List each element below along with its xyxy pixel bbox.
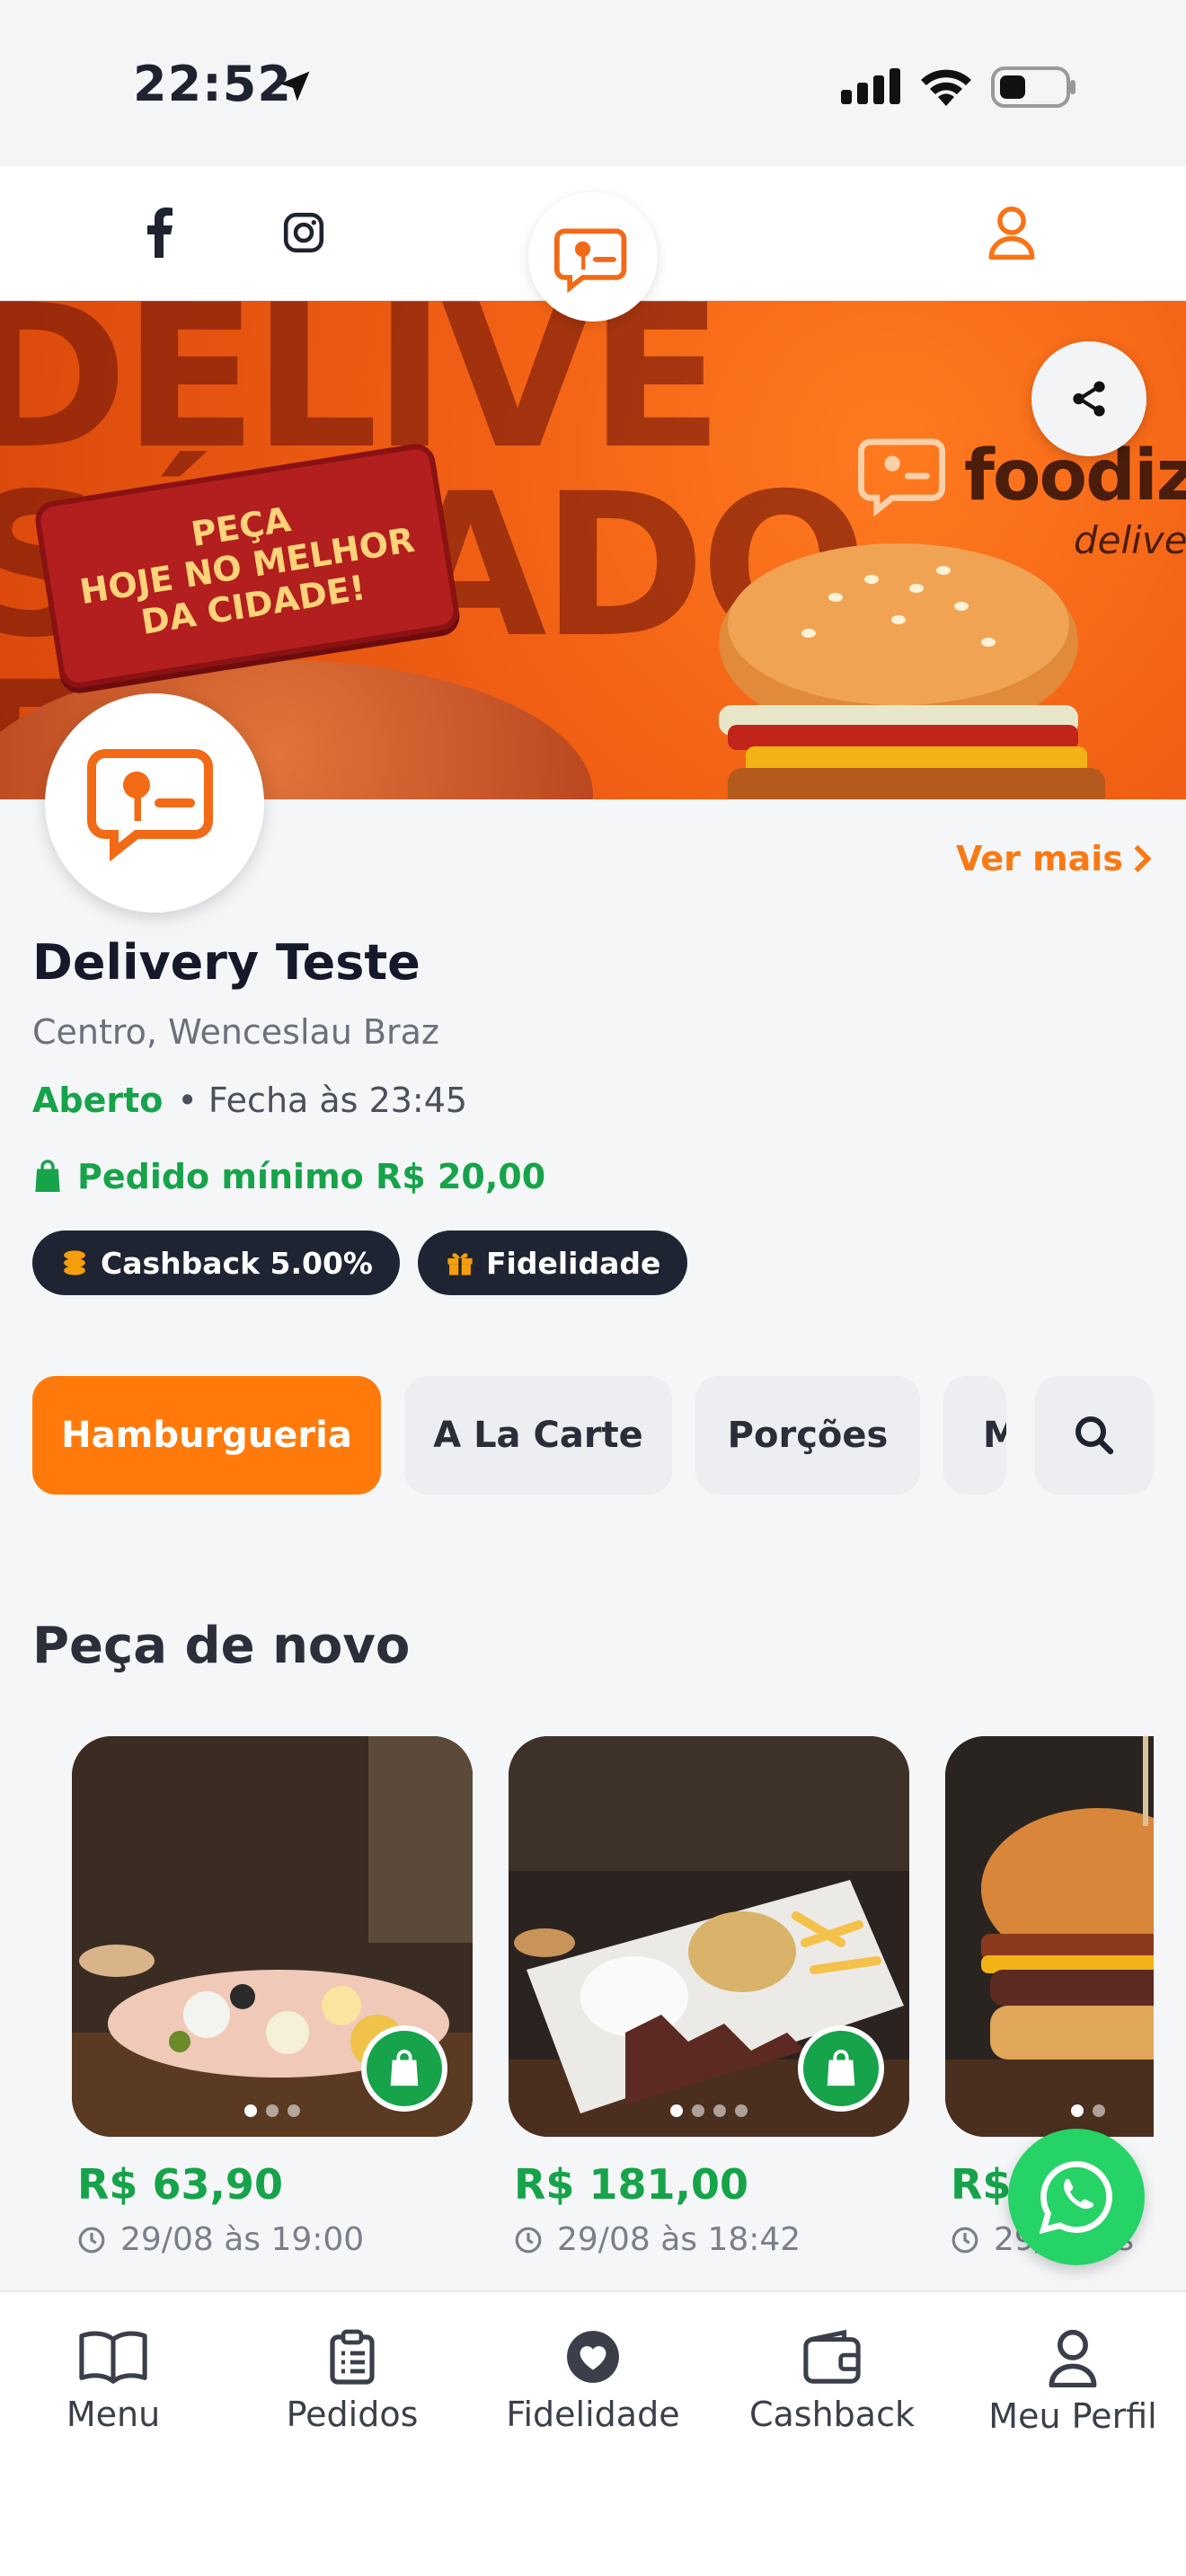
nav-label: Meu Perfil (988, 2396, 1157, 2436)
coins-icon (64, 1250, 85, 1275)
wallet-icon (803, 2329, 861, 2384)
promo-text: PEÇA HOJE NO MELHOR DA CIDADE! (76, 499, 418, 642)
category-tabs: Hamburgueria A La Carte Porções M (32, 1376, 1006, 1495)
shopping-bag-icon (827, 2050, 855, 2086)
nav-item-cashback[interactable]: Cashback (733, 2328, 931, 2434)
category-tab-a-la-carte[interactable]: A La Carte (404, 1376, 672, 1495)
store-address: Centro, Wenceslau Braz (32, 1012, 439, 1052)
category-tab-porcoes[interactable]: Porções (695, 1376, 920, 1495)
battery-icon (991, 66, 1075, 108)
gift-icon (447, 1253, 473, 1275)
heart-icon (567, 2331, 619, 2383)
order-date-text: 29/08 às 19:00 (120, 2221, 365, 2258)
nav-item-meu-perfil[interactable]: Meu Perfil (974, 2328, 1172, 2436)
minimum-order: Pedido mínimo R$ 20,00 (32, 1157, 545, 1196)
clock: 22:52 (133, 56, 292, 112)
share-icon (1073, 381, 1105, 417)
account-icon[interactable] (983, 204, 1040, 261)
cashback-badge-label: Cashback 5.00% (101, 1245, 373, 1281)
nav-label: Menu (66, 2395, 161, 2434)
see-more-link[interactable]: Ver mais (956, 839, 1154, 878)
reorder-card[interactable]: R$ 63,90 29/08 às 19:00 (72, 1736, 473, 2258)
add-to-bag-button[interactable] (798, 2025, 884, 2112)
order-date: 29/08 às 18:42 (514, 2221, 909, 2258)
add-to-bag-button[interactable] (361, 2025, 447, 2112)
clipboard-icon (330, 2329, 375, 2385)
store-badges: Cashback 5.00% Fidelidade (32, 1231, 688, 1295)
burger-image (719, 543, 1105, 799)
nav-label: Pedidos (286, 2395, 419, 2434)
whatsapp-icon (1039, 2161, 1112, 2235)
order-price: R$ 63,90 (77, 2160, 283, 2209)
wifi-icon (921, 69, 971, 106)
order-date: 29/08 às 19:00 (77, 2221, 473, 2258)
product-image (509, 1736, 909, 2137)
instagram-icon[interactable] (275, 204, 332, 261)
facebook-icon[interactable] (129, 204, 187, 261)
store-logo (45, 693, 264, 913)
app-logo[interactable] (528, 192, 658, 322)
shopping-bag-icon (390, 2050, 419, 2086)
clock-icon (515, 2227, 542, 2253)
search-button[interactable] (1035, 1376, 1154, 1495)
bottom-navigation: Menu Pedidos Fidelidade Cashback Meu Per… (0, 2290, 1186, 2576)
brand-mark: foodiz deliver (858, 436, 1186, 562)
section-title: Peça de novo (32, 1617, 411, 1675)
search-icon (1075, 1416, 1114, 1455)
product-image (945, 1736, 1154, 2137)
cellular-signal-icon (841, 68, 900, 104)
loyalty-badge: Fidelidade (418, 1231, 688, 1295)
store-name: Delivery Teste (32, 934, 420, 991)
brand-logo-icon (858, 438, 945, 516)
opening-status: Aberto • Fecha às 23:45 (32, 1081, 467, 1120)
share-button[interactable] (1031, 341, 1146, 456)
whatsapp-button[interactable] (1008, 2129, 1145, 2265)
book-icon (79, 2331, 147, 2384)
nav-item-fidelidade[interactable]: Fidelidade (494, 2328, 692, 2434)
closing-time: • Fecha às 23:45 (177, 1081, 468, 1120)
order-date-text: 29/08 às 18:42 (557, 2221, 801, 2258)
nav-label: Fidelidade (506, 2395, 680, 2434)
open-status: Aberto (32, 1081, 164, 1120)
category-tab-hamburgueria[interactable]: Hamburgueria (32, 1376, 381, 1495)
carousel-dots (1071, 2104, 1105, 2117)
see-more-label: Ver mais (956, 839, 1123, 878)
loyalty-badge-label: Fidelidade (486, 1245, 661, 1281)
minimum-order-text: Pedido mínimo R$ 20,00 (77, 1157, 546, 1196)
clock-icon (951, 2227, 978, 2253)
order-price: R$ 181,00 (514, 2160, 748, 2209)
nav-item-menu[interactable]: Menu (14, 2328, 212, 2434)
location-arrow-icon (279, 71, 310, 101)
cashback-badge: Cashback 5.00% (32, 1231, 400, 1295)
product-image (72, 1736, 473, 2137)
user-icon (1049, 2329, 1097, 2387)
reorder-card[interactable]: R$ 181,00 29/08 às 18:42 (509, 1736, 909, 2258)
clock-icon (78, 2227, 105, 2253)
shopping-bag-icon (35, 1160, 60, 1192)
chevron-right-icon (1134, 844, 1152, 873)
status-bar: 22:52 (0, 0, 1186, 166)
nav-item-pedidos[interactable]: Pedidos (253, 2328, 451, 2434)
category-tab-more[interactable]: M (943, 1376, 1006, 1495)
nav-label: Cashback (748, 2395, 915, 2434)
